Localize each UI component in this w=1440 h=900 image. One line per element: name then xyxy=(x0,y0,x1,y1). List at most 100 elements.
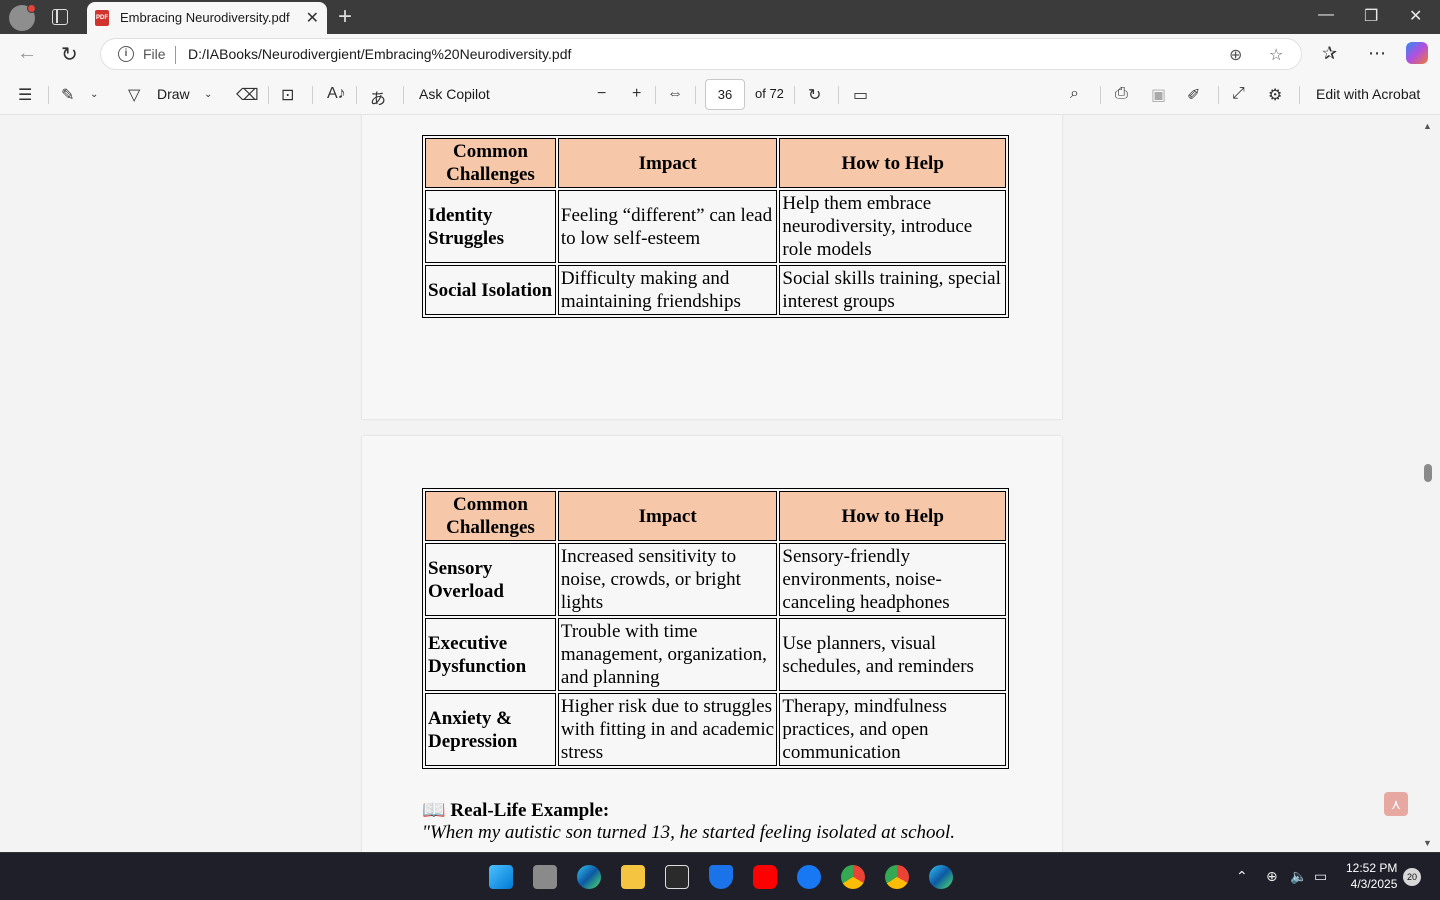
draw-icon[interactable]: ▽ xyxy=(128,85,140,105)
back-icon[interactable]: ← xyxy=(17,42,37,65)
column-header: Impact xyxy=(557,491,778,541)
task-view-icon[interactable] xyxy=(533,865,557,889)
pdf-file-icon: PDF xyxy=(95,10,109,26)
table-row: Anxiety & Depression Higher risk due to … xyxy=(425,693,1006,766)
impact-cell: Feeling “different” can lead to low self… xyxy=(557,190,778,263)
close-window-icon[interactable]: ✕ xyxy=(1409,6,1422,26)
pdf-page: Common Challenges Impact How to Help Ide… xyxy=(362,115,1062,419)
clock-date: 4/3/2025 xyxy=(1350,877,1398,891)
refresh-icon[interactable]: ↻ xyxy=(61,42,78,67)
pdf-toolbar: ☰ ✎ ⌄ ▽ Draw ⌄ ⌫ ⊡ A♪ あ Ask Copilot − + … xyxy=(0,74,1440,115)
table-header-row: Common Challenges Impact How to Help xyxy=(425,491,1006,541)
copilot-icon[interactable] xyxy=(1406,42,1428,64)
eraser-icon[interactable]: ⌫ xyxy=(236,85,259,105)
impact-cell: Trouble with time management, organizati… xyxy=(557,618,778,691)
save-icon[interactable]: ▣ xyxy=(1151,85,1166,105)
draw-label[interactable]: Draw xyxy=(157,86,190,102)
vertical-scrollbar[interactable]: ▲ ▼ xyxy=(1422,115,1434,852)
column-header: Impact xyxy=(557,138,778,188)
address-bar-row: ← ↻ i File D:/IABooks/Neurodivergient/Em… xyxy=(0,34,1440,74)
favorite-star-icon[interactable]: ☆ xyxy=(1269,45,1283,65)
notification-dot xyxy=(27,4,36,13)
impact-cell: Difficulty making and maintaining friend… xyxy=(557,265,778,315)
text-box-icon[interactable]: ⊡ xyxy=(281,85,294,105)
clock-time: 12:52 PM xyxy=(1346,861,1398,875)
impact-cell: Increased sensitivity to noise, crowds, … xyxy=(557,543,778,616)
fullscreen-icon[interactable]: ⤢ xyxy=(1232,85,1245,103)
more-menu-icon[interactable]: ⋯ xyxy=(1368,43,1386,64)
help-cell: Use planners, visual schedules, and remi… xyxy=(779,618,1006,691)
help-cell: Therapy, mindfulness practices, and open… xyxy=(779,693,1006,766)
address-bar[interactable]: i File D:/IABooks/Neurodivergient/Embrac… xyxy=(100,38,1302,70)
browser-tab[interactable]: PDF Embracing Neurodiversity.pdf ✕ xyxy=(87,2,327,34)
taskbar-clock[interactable]: 12:52 PM 4/3/2025 xyxy=(1346,860,1397,892)
info-icon[interactable]: i xyxy=(118,46,134,62)
table-row: Social Isolation Difficulty making and m… xyxy=(425,265,1006,315)
edge-active-icon[interactable] xyxy=(929,865,953,889)
chrome-profile-icon[interactable] xyxy=(885,865,909,889)
rotate-icon[interactable]: ↻ xyxy=(808,85,821,105)
profile-avatar[interactable] xyxy=(9,4,36,31)
fit-page-icon[interactable]: ⇔ xyxy=(667,85,683,103)
table-row: Executive Dysfunction Trouble with time … xyxy=(425,618,1006,691)
scroll-thumb[interactable] xyxy=(1424,464,1432,482)
zoom-icon[interactable]: ⊕ xyxy=(1229,45,1242,65)
chevron-down-icon[interactable]: ⌄ xyxy=(90,89,98,100)
url-text[interactable]: D:/IABooks/Neurodivergient/Embracing%20N… xyxy=(188,46,571,62)
ask-copilot-button[interactable]: Ask Copilot xyxy=(419,86,490,102)
contents-icon[interactable]: ☰ xyxy=(18,85,32,105)
real-life-example: 📖 Real-Life Example: "When my autistic s… xyxy=(422,798,955,844)
page-total: of 72 xyxy=(755,86,784,101)
file-explorer-icon[interactable] xyxy=(621,865,645,889)
column-header: Common Challenges xyxy=(425,138,556,188)
tray-chevron-up-icon[interactable]: ⌃ xyxy=(1236,868,1248,885)
tab-actions-icon[interactable] xyxy=(52,9,68,25)
save-as-icon[interactable]: ✐ xyxy=(1187,85,1200,105)
highlight-icon[interactable]: ✎ xyxy=(61,85,74,105)
acrobat-icon[interactable]: ⋏ xyxy=(1384,792,1408,816)
notification-badge[interactable]: 20 xyxy=(1403,868,1421,886)
pdf-viewport[interactable]: Common Challenges Impact How to Help Ide… xyxy=(0,115,1440,852)
edit-with-acrobat-button[interactable]: Edit with Acrobat xyxy=(1316,86,1420,102)
new-tab-icon[interactable]: + xyxy=(338,3,352,31)
page-view-icon[interactable]: ▭ xyxy=(853,85,868,105)
column-header: Common Challenges xyxy=(425,491,556,541)
divider xyxy=(175,46,176,64)
zoom-in-icon[interactable]: + xyxy=(632,85,641,103)
zoom-out-icon[interactable]: − xyxy=(597,85,606,103)
chevron-down-icon[interactable]: ⌄ xyxy=(204,89,212,100)
column-header: How to Help xyxy=(779,138,1006,188)
table-row: Identity Struggles Feeling “different” c… xyxy=(425,190,1006,263)
volume-icon[interactable]: 🔈 xyxy=(1290,868,1307,885)
facebook-icon[interactable] xyxy=(797,865,821,889)
tab-title: Embracing Neurodiversity.pdf xyxy=(120,10,290,25)
table-row: Sensory Overload Increased sensitivity t… xyxy=(425,543,1006,616)
restore-icon[interactable]: ❐ xyxy=(1364,6,1378,26)
page-number-input[interactable]: 36 xyxy=(705,79,745,110)
scroll-down-icon[interactable]: ▼ xyxy=(1423,838,1432,848)
video-editor-icon[interactable] xyxy=(665,865,689,889)
search-icon[interactable]: ⌕ xyxy=(1070,85,1079,103)
taskbar: ⌃ ⊕ 🔈 ▭ 12:52 PM 4/3/2025 20 xyxy=(0,852,1440,900)
security-shield-icon[interactable] xyxy=(709,865,733,889)
start-menu-icon[interactable] xyxy=(489,865,513,889)
network-globe-icon[interactable]: ⊕ xyxy=(1266,868,1278,885)
translate-icon[interactable]: あ xyxy=(370,85,386,109)
chrome-icon[interactable] xyxy=(841,865,865,889)
edge-icon[interactable] xyxy=(577,865,601,889)
challenges-table: Common Challenges Impact How to Help Sen… xyxy=(422,488,1009,769)
column-header: How to Help xyxy=(779,491,1006,541)
scroll-up-icon[interactable]: ▲ xyxy=(1423,121,1432,131)
minimize-icon[interactable]: — xyxy=(1318,6,1334,24)
favorites-icon[interactable]: ✰ xyxy=(1322,43,1337,64)
read-aloud-icon[interactable]: A♪ xyxy=(327,85,346,103)
challenge-cell: Social Isolation xyxy=(425,265,556,315)
challenge-cell: Sensory Overload xyxy=(425,543,556,616)
help-cell: Help them embrace neurodiversity, introd… xyxy=(779,190,1006,263)
close-tab-icon[interactable]: ✕ xyxy=(306,8,319,28)
challenge-cell: Executive Dysfunction xyxy=(425,618,556,691)
print-icon[interactable]: ⎙ xyxy=(1115,85,1128,103)
battery-icon[interactable]: ▭ xyxy=(1314,868,1327,885)
youtube-icon[interactable] xyxy=(753,865,777,889)
settings-gear-icon[interactable]: ⚙ xyxy=(1268,85,1282,105)
